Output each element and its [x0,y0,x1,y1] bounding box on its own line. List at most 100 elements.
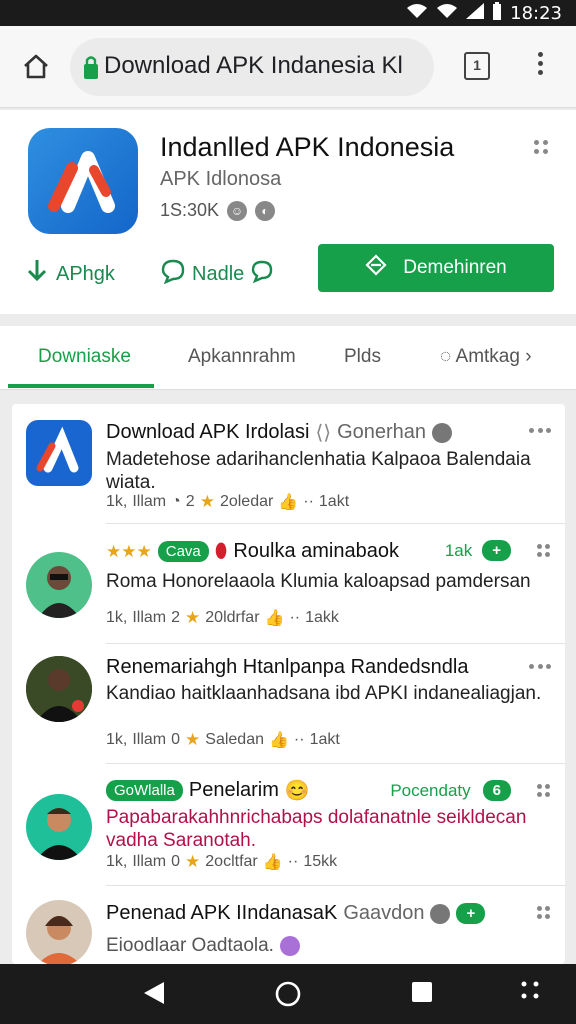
download-button[interactable]: Demehinren [318,244,554,292]
back-icon[interactable] [142,980,166,1011]
comment-icon: ·· [293,731,305,748]
app-header-card: Indanlled APK Indonesia APK Idlonosa 1S:… [0,110,576,314]
more-options-icon[interactable] [537,544,551,558]
list-item[interactable]: GoWlalla Penelarim 😊 Pocendaty 6 Papabar… [12,764,565,886]
item-description: Kandiao haitklaanhadsana ibd APKI indane… [106,683,542,704]
item-meta: 1k, Illam 0 ★ 2ocltfar 👍 ·· 15kk [106,852,338,872]
battery-icon [492,2,502,25]
star-icon: ★ [185,730,201,749]
chat-icon: ◌ [440,346,452,367]
avatar [26,656,92,722]
item-badge: GoWlalla [106,780,183,801]
note-action-button[interactable]: Nadle [160,258,274,290]
clock-icon: ◔ [171,493,181,510]
download-button-label: Demehinren [403,257,507,278]
tab-amtkag[interactable]: ◌ Amtkag › [440,346,532,368]
item-description: Madetehose adarihanclenhatia Kalpaoa Bal… [106,449,531,493]
lock-icon [84,55,98,79]
alert-icon: ⬮ [214,540,228,562]
item-title: GoWlalla Penelarim 😊 [106,778,310,803]
item-description: Papabarakahhnrichabaps dolafanatnle seik… [106,807,527,851]
app-title: Indanlled APK Indonesia [160,132,455,162]
recents-icon[interactable] [410,980,434,1009]
chat-icon [160,258,186,290]
more-options-icon[interactable] [537,906,551,920]
item-title: Renemariahgh Htanlpanpa Randedsndla [106,656,469,678]
rating-icon: ☺ [227,200,248,221]
app-meta: 1S:30K ☺ ◐ [160,200,276,221]
item-meta: 1k, Illam 2 ★ 20ldrfar 👍 ·· 1akk [106,608,339,628]
thumbs-up-icon[interactable]: 👍 [269,730,289,750]
comment-icon: ·· [287,853,299,870]
apk-action-label: APhgk [56,262,115,285]
app-logo-icon [28,128,138,234]
home-icon[interactable] [20,50,52,82]
browser-toolbar: Download APK Indanesia Kl 1 [0,26,576,108]
app-logo-icon [26,420,92,486]
comment-icon [250,259,274,289]
download-icon [24,258,50,290]
diamond-icon [365,254,387,282]
comment-icon: ·· [303,493,314,510]
cell-signal-icon [466,3,485,24]
note-action-label: Nadle [192,262,245,285]
home-nav-icon[interactable] [274,980,302,1013]
system-nav-bar [0,964,576,1024]
apk-action-button[interactable]: APhgk [24,258,115,290]
wifi-icon [436,3,458,24]
more-options-icon[interactable] [537,784,551,798]
item-description: Roma Honorelaaola Klumia kaloapsad pamde… [106,571,531,592]
chevron-right-icon[interactable]: › [525,346,531,367]
overflow-menu-icon[interactable] [528,48,552,84]
tab-downloads[interactable]: Downiaske [38,346,131,368]
list-item[interactable]: ★★★ Cava ⬮ Roulka aminabaok 1ak + Roma H… [12,524,565,644]
url-text: Download APK Indanesia Kl [104,52,403,79]
list-item[interactable]: Renemariahgh Htanlpanpa Randedsndla Kand… [12,644,565,764]
status-bar: 18:23 [0,0,576,26]
feed-list: Download APK Irdolasi ⟨⟩ Gonerhan Madete… [12,404,565,964]
address-bar[interactable]: Download APK Indanesia Kl [70,38,434,96]
tab-apps[interactable]: Apkannrahm [188,346,296,368]
active-tab-indicator [8,384,154,388]
thumbs-up-icon[interactable]: 👍 [263,852,283,872]
verified-icon [430,903,451,924]
avatar [26,552,92,618]
apps-grid-icon[interactable] [520,980,540,1005]
more-options-icon[interactable] [534,140,552,158]
item-right: Pocendaty 6 [390,780,511,801]
thumbs-up-icon[interactable]: 👍 [278,492,298,512]
more-options-icon[interactable] [529,664,551,670]
star-icon: ★ [199,492,215,511]
status-time: 18:23 [510,3,562,24]
item-title: Download APK Irdolasi ⟨⟩ Gonerhan [106,420,453,445]
thumbs-up-icon[interactable]: 👍 [265,608,285,628]
item-title: Penenad APK IIndanasaK Gaavdon + [106,902,486,925]
list-item[interactable]: Download APK Irdolasi ⟨⟩ Gonerhan Madete… [12,404,565,524]
item-source: Gaavdon [343,902,425,924]
list-item[interactable]: Penenad APK IIndanasaK Gaavdon + Eioodla… [12,886,565,964]
item-description: Eioodlaar Oadtaola. [106,934,546,957]
item-title: ★★★ Cava ⬮ Roulka aminabaok [106,540,399,562]
item-meta: 1k, Illam ◔ 2 ★ 2oledar 👍 ·· 1akt [106,492,350,512]
item-badge: Cava [157,541,209,562]
tab-plds[interactable]: Plds [344,346,381,368]
more-options-icon[interactable] [529,428,551,434]
globe-icon: ◐ [255,200,276,221]
emoji-icon: 😊 [284,780,310,802]
verified-icon [432,422,453,443]
signal-icon [406,3,428,24]
sparkle-icon [279,935,300,956]
tab-bar: Downiaske Apkannrahm Plds ◌ Amtkag › [0,326,576,390]
avatar [26,794,92,860]
avatar [26,900,92,964]
item-right: 1ak + [445,540,511,561]
star-icon: ★ [185,608,201,627]
app-subtitle: APK Idlonosa [160,168,282,190]
comment-icon: ·· [289,609,301,626]
star-icon: ★★★ [106,541,152,561]
item-source: Gonerhan [337,421,427,443]
star-icon: ★ [185,852,201,871]
item-meta: 1k, Illam 0 ★ Saledan 👍 ·· 1akt [106,730,340,750]
tab-switcher-button[interactable]: 1 [464,52,490,80]
download-count: 1S:30K [160,200,220,220]
